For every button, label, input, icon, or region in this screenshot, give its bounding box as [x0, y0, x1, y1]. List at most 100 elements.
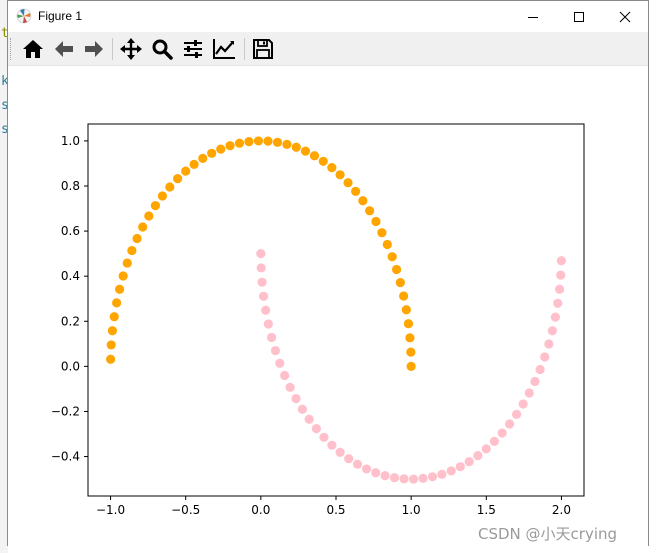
- scatter-point: [403, 319, 414, 329]
- edit-axis-button[interactable]: [211, 36, 237, 62]
- scatter-point: [497, 428, 507, 438]
- x-tick-label: −0.5: [171, 503, 200, 517]
- scatter-point: [481, 444, 491, 454]
- back-arrow-icon: [55, 41, 73, 57]
- save-icon: [253, 39, 273, 59]
- close-button[interactable]: [602, 1, 648, 32]
- pan-icon: [120, 38, 142, 60]
- scatter-point: [112, 298, 122, 308]
- close-icon: [619, 11, 631, 22]
- maximize-button[interactable]: [556, 1, 602, 32]
- scatter-point: [437, 469, 447, 479]
- scatter-point: [291, 393, 301, 404]
- scatter-point: [556, 270, 566, 280]
- scatter-point: [401, 305, 411, 315]
- scatter-point: [144, 211, 154, 221]
- scatter-point: [165, 182, 175, 192]
- scatter-point: [391, 264, 402, 275]
- scatter-point: [275, 358, 285, 368]
- zoom-icon: [152, 39, 173, 60]
- scatter-point: [304, 414, 314, 424]
- x-tick-label: −1.0: [96, 503, 125, 517]
- scatter-point: [327, 440, 337, 450]
- scatter-point: [118, 271, 128, 281]
- scatter-point: [344, 454, 354, 464]
- title-bar[interactable]: Figure 1: [8, 1, 648, 32]
- scatter-point: [150, 201, 161, 211]
- scatter-point: [256, 249, 266, 259]
- scatter-point: [253, 136, 264, 146]
- scatter-point: [335, 170, 345, 180]
- forward-button[interactable]: [81, 36, 107, 62]
- scatter-point: [405, 333, 415, 343]
- scatter-point: [530, 376, 540, 387]
- scatter-point: [272, 137, 283, 147]
- scatter-point: [257, 277, 267, 287]
- scatter-point: [261, 305, 271, 315]
- scatter-point: [263, 319, 273, 329]
- scatter-point: [181, 166, 191, 176]
- scatter-point: [418, 473, 428, 483]
- scatter-point: [198, 153, 208, 163]
- minimize-button[interactable]: [510, 1, 556, 32]
- scatter-point: [256, 263, 266, 273]
- y-tick-label: 0.0: [61, 359, 80, 373]
- scatter-point: [535, 364, 545, 375]
- scatter-point: [267, 332, 277, 343]
- zoom-button[interactable]: [149, 36, 175, 62]
- scatter-point: [297, 404, 307, 414]
- back-button[interactable]: [51, 36, 77, 62]
- x-tick-label: 0.5: [326, 503, 345, 517]
- scatter-point: [504, 419, 515, 429]
- scatter-point: [234, 138, 245, 148]
- scatter-point: [371, 216, 381, 227]
- scatter-point: [132, 233, 142, 244]
- scatter-point: [518, 399, 528, 409]
- pan-button[interactable]: [118, 36, 144, 62]
- scatter-point: [138, 222, 148, 232]
- subplots-button[interactable]: [180, 36, 206, 62]
- scatter-point: [554, 284, 565, 294]
- scatter-point: [263, 136, 273, 146]
- scatter-point: [524, 388, 534, 398]
- scatter-point: [258, 291, 269, 301]
- scatter-point: [395, 277, 405, 288]
- scatter-point: [399, 474, 409, 484]
- save-button[interactable]: [250, 36, 276, 62]
- scatter-point: [473, 451, 483, 461]
- scatter-point: [408, 474, 419, 484]
- scatter-point: [173, 174, 183, 184]
- figure-canvas[interactable]: −1.0 −0.5 0.0 0.5 1.0 1.5 2.0 −0.4 −0.2 0.0 0.2 0.4…: [8, 66, 648, 546]
- scatter-point: [225, 141, 235, 151]
- scatter-point: [547, 326, 557, 336]
- scatter-point: [550, 312, 560, 322]
- scatter-point: [511, 409, 522, 419]
- scatter-point: [309, 151, 320, 161]
- y-tick-label: 0.8: [61, 179, 80, 193]
- scatter-point: [351, 186, 361, 196]
- scatter-point: [216, 144, 226, 154]
- navigation-toolbar: [8, 32, 648, 66]
- scatter-point: [157, 191, 168, 201]
- figure-window: Figure 1 −1.0 −0.5 0.0 0.5 1.0 1.5 2.0 −…: [7, 0, 649, 546]
- scatter-point: [553, 298, 563, 308]
- scatter-point: [371, 468, 381, 478]
- home-button[interactable]: [20, 36, 46, 62]
- scatter-point: [540, 352, 550, 362]
- toolbar-grip: [10, 38, 12, 60]
- y-tick-label: 1.0: [61, 134, 80, 148]
- scatter-point: [282, 139, 292, 149]
- scatter-point: [361, 464, 372, 474]
- scatter-point: [285, 382, 295, 392]
- forward-arrow-icon: [85, 41, 103, 57]
- scatter-point: [280, 370, 290, 381]
- x-tick-label: 0.0: [251, 503, 270, 517]
- y-tick-label: 0.6: [61, 224, 80, 238]
- scatter-point: [427, 472, 438, 482]
- edit-axis-icon: [213, 39, 235, 59]
- x-tick-label: 1.5: [477, 503, 496, 517]
- scatter-point: [446, 466, 456, 476]
- scatter-point: [189, 159, 199, 169]
- scatter-point: [335, 447, 345, 457]
- scatter-point: [544, 339, 554, 349]
